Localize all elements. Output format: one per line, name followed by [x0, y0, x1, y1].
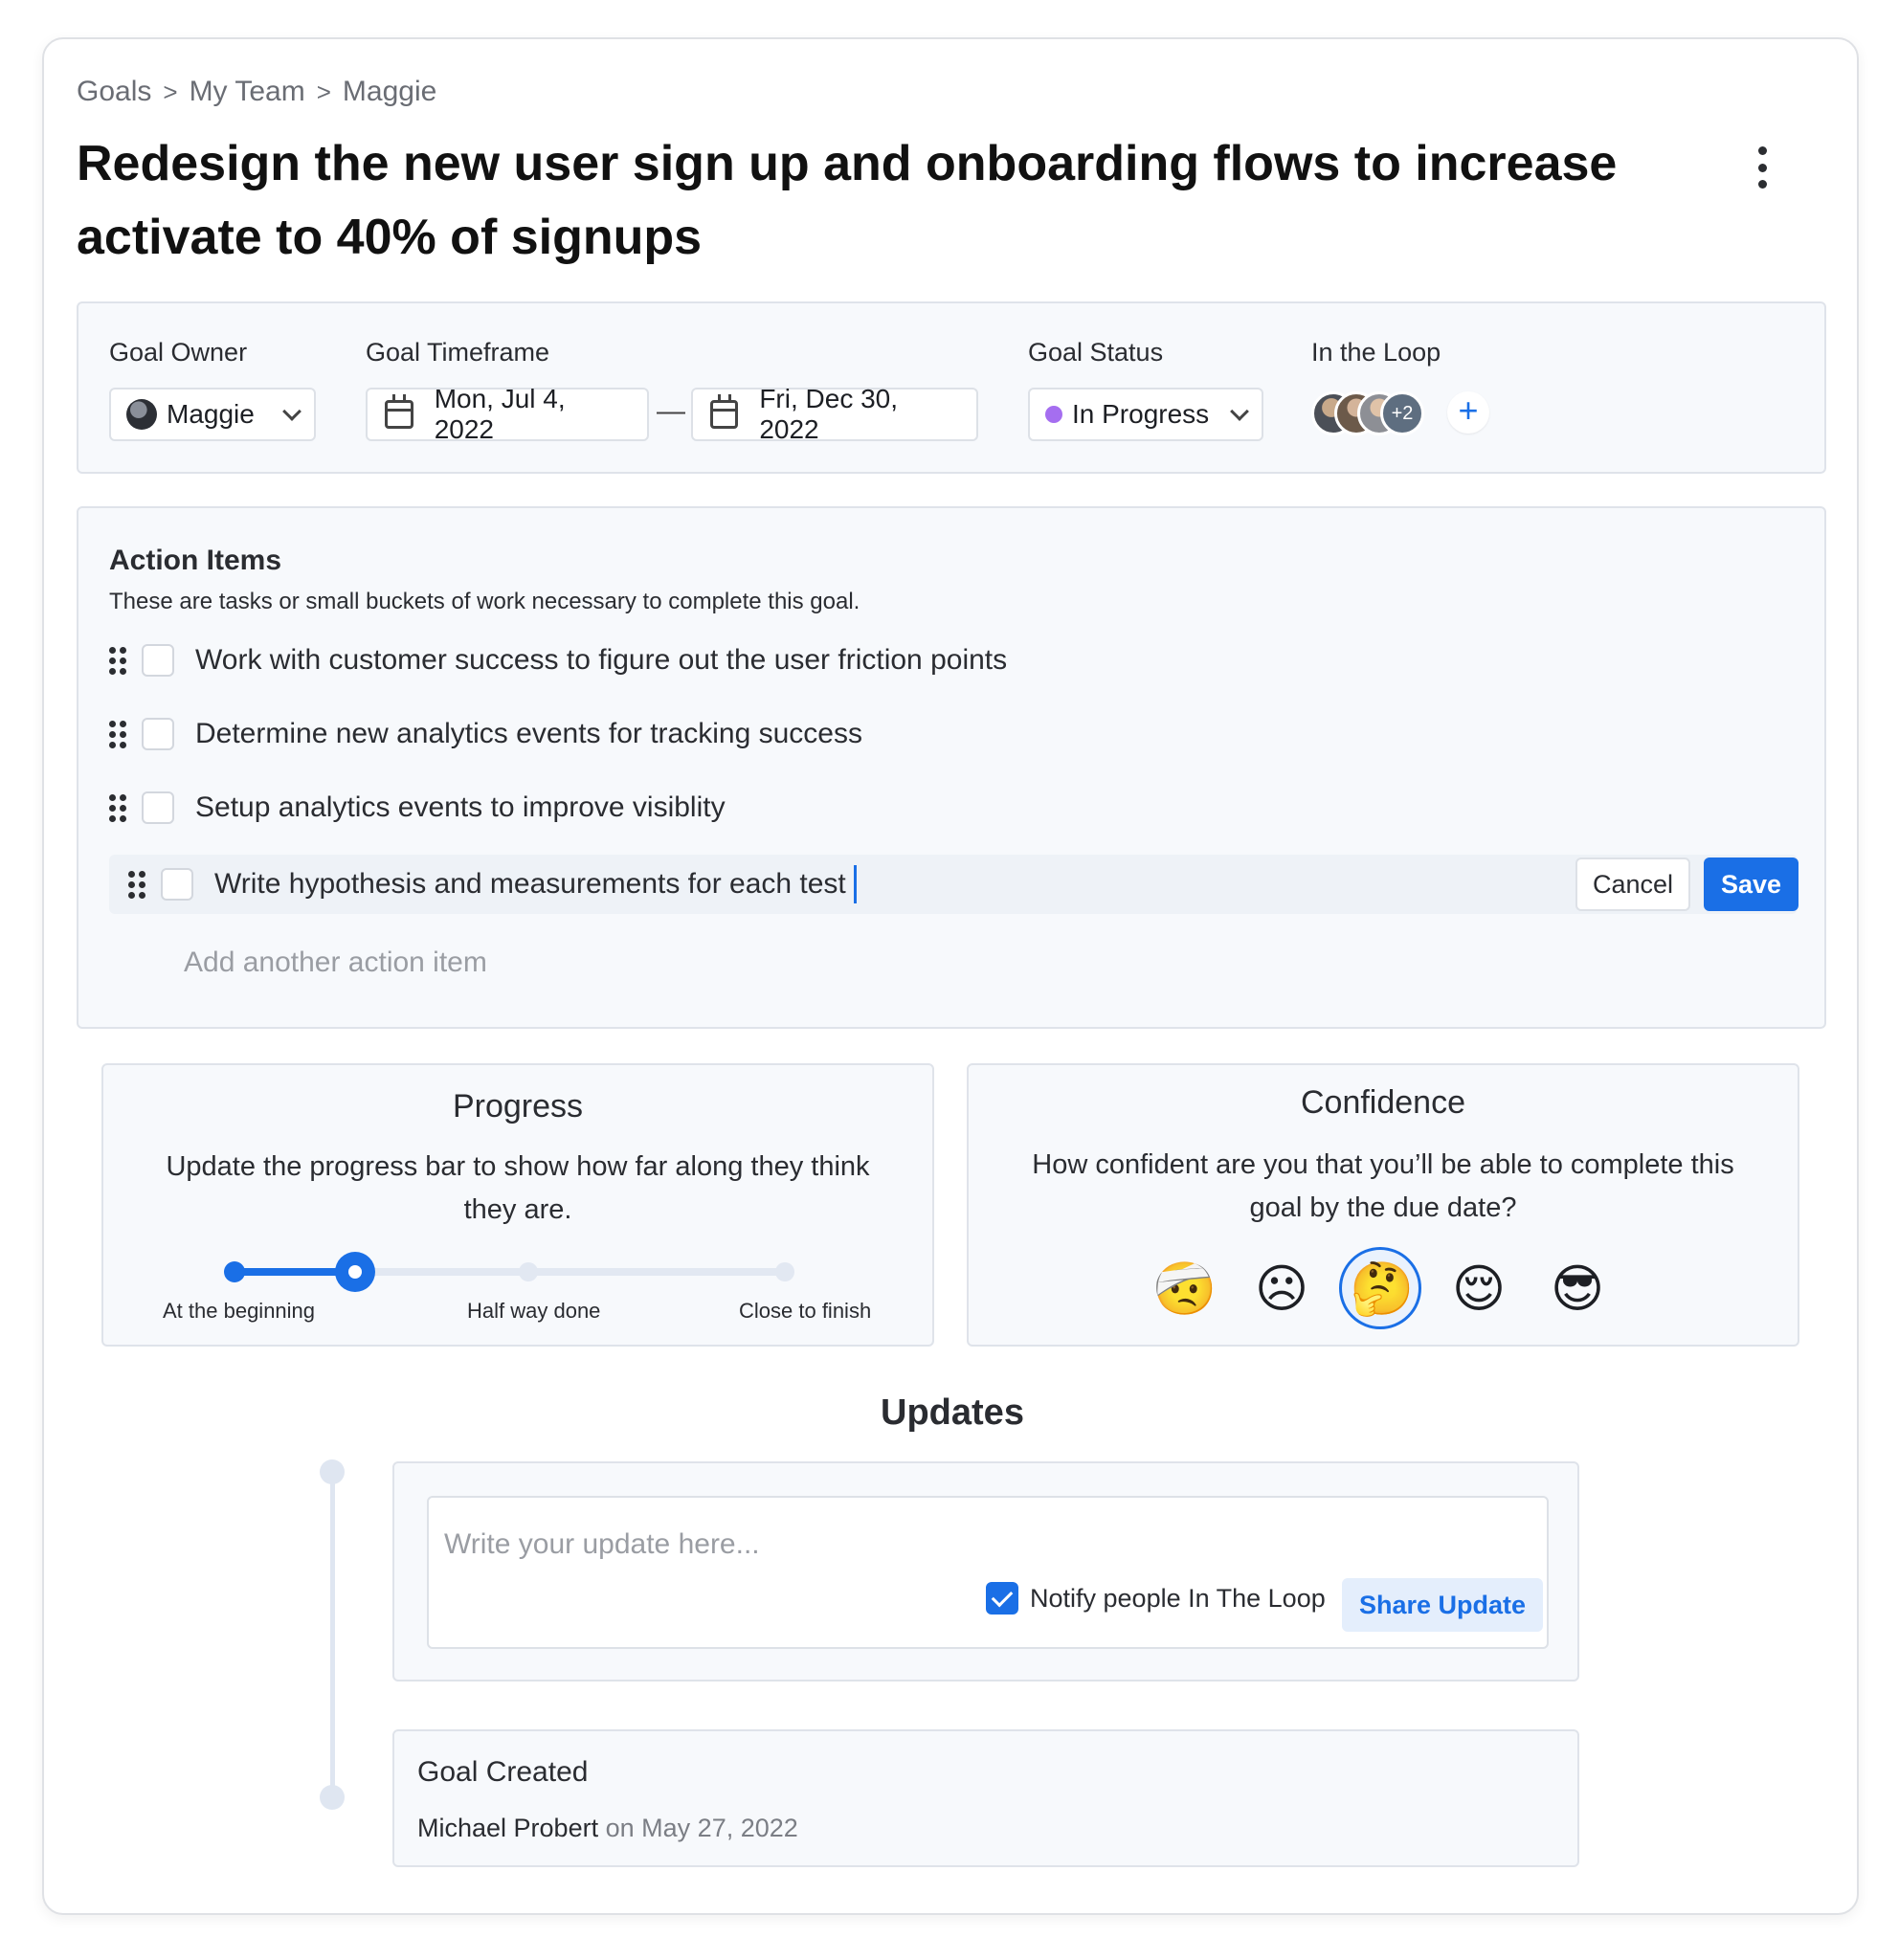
- action-items-title: Action Items: [109, 545, 282, 576]
- start-date-value: Mon, Jul 4, 2022: [434, 384, 566, 444]
- progress-label-end: Close to finish: [739, 1299, 872, 1323]
- breadcrumb-separator: >: [316, 77, 331, 106]
- progress-end-stop[interactable]: [775, 1262, 794, 1281]
- action-item-text[interactable]: Determine new analytics events for track…: [195, 718, 862, 750]
- calendar-icon: [385, 394, 413, 429]
- confidence-sunglasses-emoji-icon[interactable]: 😎: [1547, 1258, 1608, 1320]
- editing-item: Write hypothesis and measurements for ea…: [128, 865, 857, 903]
- end-date-picker[interactable]: Fri, Dec 30, 2022: [691, 384, 978, 444]
- more-options-icon[interactable]: [1748, 139, 1776, 196]
- action-item-text[interactable]: Setup analytics events to improve visibl…: [195, 791, 726, 824]
- save-button[interactable]: Save: [1704, 858, 1799, 911]
- updates-title: Updates: [881, 1392, 1024, 1433]
- calendar-icon: [710, 394, 739, 429]
- cancel-button[interactable]: Cancel: [1575, 858, 1691, 911]
- timeline-dot: [320, 1785, 345, 1810]
- created-on-word: on: [605, 1814, 635, 1842]
- breadcrumb: Goals > My Team > Maggie: [77, 76, 436, 108]
- loop-avatars[interactable]: +2: [1311, 391, 1436, 439]
- in-the-loop-label: In the Loop: [1311, 338, 1441, 367]
- breadcrumb-goals[interactable]: Goals: [77, 76, 151, 108]
- progress-description: Update the progress bar to show how far …: [166, 1151, 870, 1225]
- list-item: Setup analytics events to improve visibl…: [109, 791, 726, 824]
- breadcrumb-separator: >: [163, 77, 178, 106]
- action-items-panel: Action Items These are tasks or small bu…: [77, 506, 1826, 1029]
- update-textarea[interactable]: Write your update here... Notify people …: [427, 1496, 1549, 1649]
- status-dot-icon: [1045, 406, 1062, 423]
- breadcrumb-my-team[interactable]: My Team: [190, 76, 305, 108]
- notify-label: Notify people In The Loop: [1030, 1583, 1326, 1613]
- progress-slider[interactable]: [224, 1252, 798, 1292]
- goal-created-title: Goal Created: [417, 1756, 589, 1788]
- drag-handle-icon[interactable]: [109, 721, 126, 748]
- progress-start-stop[interactable]: [224, 1261, 245, 1282]
- action-item-text[interactable]: Work with customer success to figure out…: [195, 644, 1007, 677]
- created-by[interactable]: Michael Probert: [417, 1814, 598, 1842]
- update-placeholder: Write your update here...: [444, 1528, 760, 1560]
- action-item-checkbox[interactable]: [142, 644, 174, 677]
- start-date-picker[interactable]: Mon, Jul 4, 2022: [366, 384, 649, 444]
- confidence-relieved-emoji-icon[interactable]: 😌: [1448, 1258, 1509, 1320]
- confidence-question: How confident are you that you’ll be abl…: [1032, 1149, 1734, 1223]
- goal-owner-select[interactable]: Maggie: [109, 388, 316, 441]
- action-item-checkbox[interactable]: [142, 718, 174, 750]
- goal-card: Goals > My Team > Maggie Redesign the ne…: [42, 37, 1859, 1915]
- goal-status-select[interactable]: In Progress: [1028, 388, 1263, 441]
- progress-label-half: Half way done: [467, 1299, 601, 1323]
- list-item: Work with customer success to figure out…: [109, 644, 1007, 677]
- confidence-thinking-emoji-icon[interactable]: 🤔: [1350, 1258, 1414, 1320]
- goal-created-meta: Michael Probert on May 27, 2022: [417, 1814, 798, 1843]
- notify-option[interactable]: Notify people In The Loop: [986, 1582, 1326, 1615]
- confidence-panel: Confidence How confident are you that yo…: [967, 1063, 1799, 1347]
- goal-created-entry: Goal Created Michael Probert on May 27, …: [392, 1729, 1579, 1867]
- confidence-frown-emoji-icon[interactable]: ☹: [1251, 1258, 1312, 1320]
- progress-half-stop[interactable]: [519, 1262, 538, 1281]
- created-date: May 27, 2022: [641, 1814, 798, 1842]
- action-items-subtitle: These are tasks or small buckets of work…: [109, 589, 860, 614]
- goal-meta-panel: Goal Owner Maggie Goal Timeframe Mon, Ju…: [77, 301, 1826, 474]
- goal-owner-label: Goal Owner: [109, 338, 248, 367]
- confidence-injured-emoji-icon[interactable]: 🤕: [1152, 1258, 1217, 1320]
- page-title: Redesign the new user sign up and onboar…: [77, 136, 1618, 265]
- goal-timeframe-label: Goal Timeframe: [366, 338, 550, 367]
- text-cursor: [853, 865, 857, 903]
- action-item-edit-input[interactable]: Write hypothesis and measurements for ea…: [214, 868, 846, 901]
- timeline-line: [330, 1471, 335, 1796]
- timeline-dot: [320, 1459, 345, 1484]
- editing-action-item-row: Write hypothesis and measurements for ea…: [109, 855, 1799, 914]
- breadcrumb-maggie[interactable]: Maggie: [343, 76, 436, 108]
- drag-handle-icon[interactable]: [109, 794, 126, 822]
- list-item: Determine new analytics events for track…: [109, 718, 862, 750]
- date-range-separator: —: [657, 395, 685, 427]
- goal-status-label: Goal Status: [1028, 338, 1164, 367]
- progress-label-start: At the beginning: [163, 1299, 316, 1323]
- chevron-down-icon: [282, 402, 302, 421]
- owner-avatar: [126, 399, 157, 430]
- more-people-badge: +2: [1380, 391, 1424, 435]
- add-action-item-input[interactable]: Add another action item: [184, 947, 487, 979]
- drag-handle-icon[interactable]: [128, 871, 145, 899]
- action-item-checkbox[interactable]: [161, 868, 193, 901]
- notify-checkbox[interactable]: [986, 1582, 1018, 1615]
- share-update-button[interactable]: Share Update: [1342, 1578, 1544, 1632]
- confidence-title: Confidence: [1300, 1084, 1465, 1121]
- action-item-checkbox[interactable]: [142, 791, 174, 824]
- progress-title: Progress: [452, 1088, 584, 1125]
- progress-handle[interactable]: [334, 1252, 375, 1292]
- chevron-down-icon: [1230, 402, 1249, 421]
- update-composer: Write your update here... Notify people …: [392, 1461, 1579, 1682]
- goal-owner-value: Maggie: [167, 399, 255, 429]
- progress-panel: Progress Update the progress bar to show…: [101, 1063, 934, 1347]
- drag-handle-icon[interactable]: [109, 647, 126, 675]
- end-date-value: Fri, Dec 30, 2022: [759, 384, 899, 444]
- add-person-icon[interactable]: +: [1447, 391, 1489, 434]
- goal-status-value: In Progress: [1072, 399, 1210, 429]
